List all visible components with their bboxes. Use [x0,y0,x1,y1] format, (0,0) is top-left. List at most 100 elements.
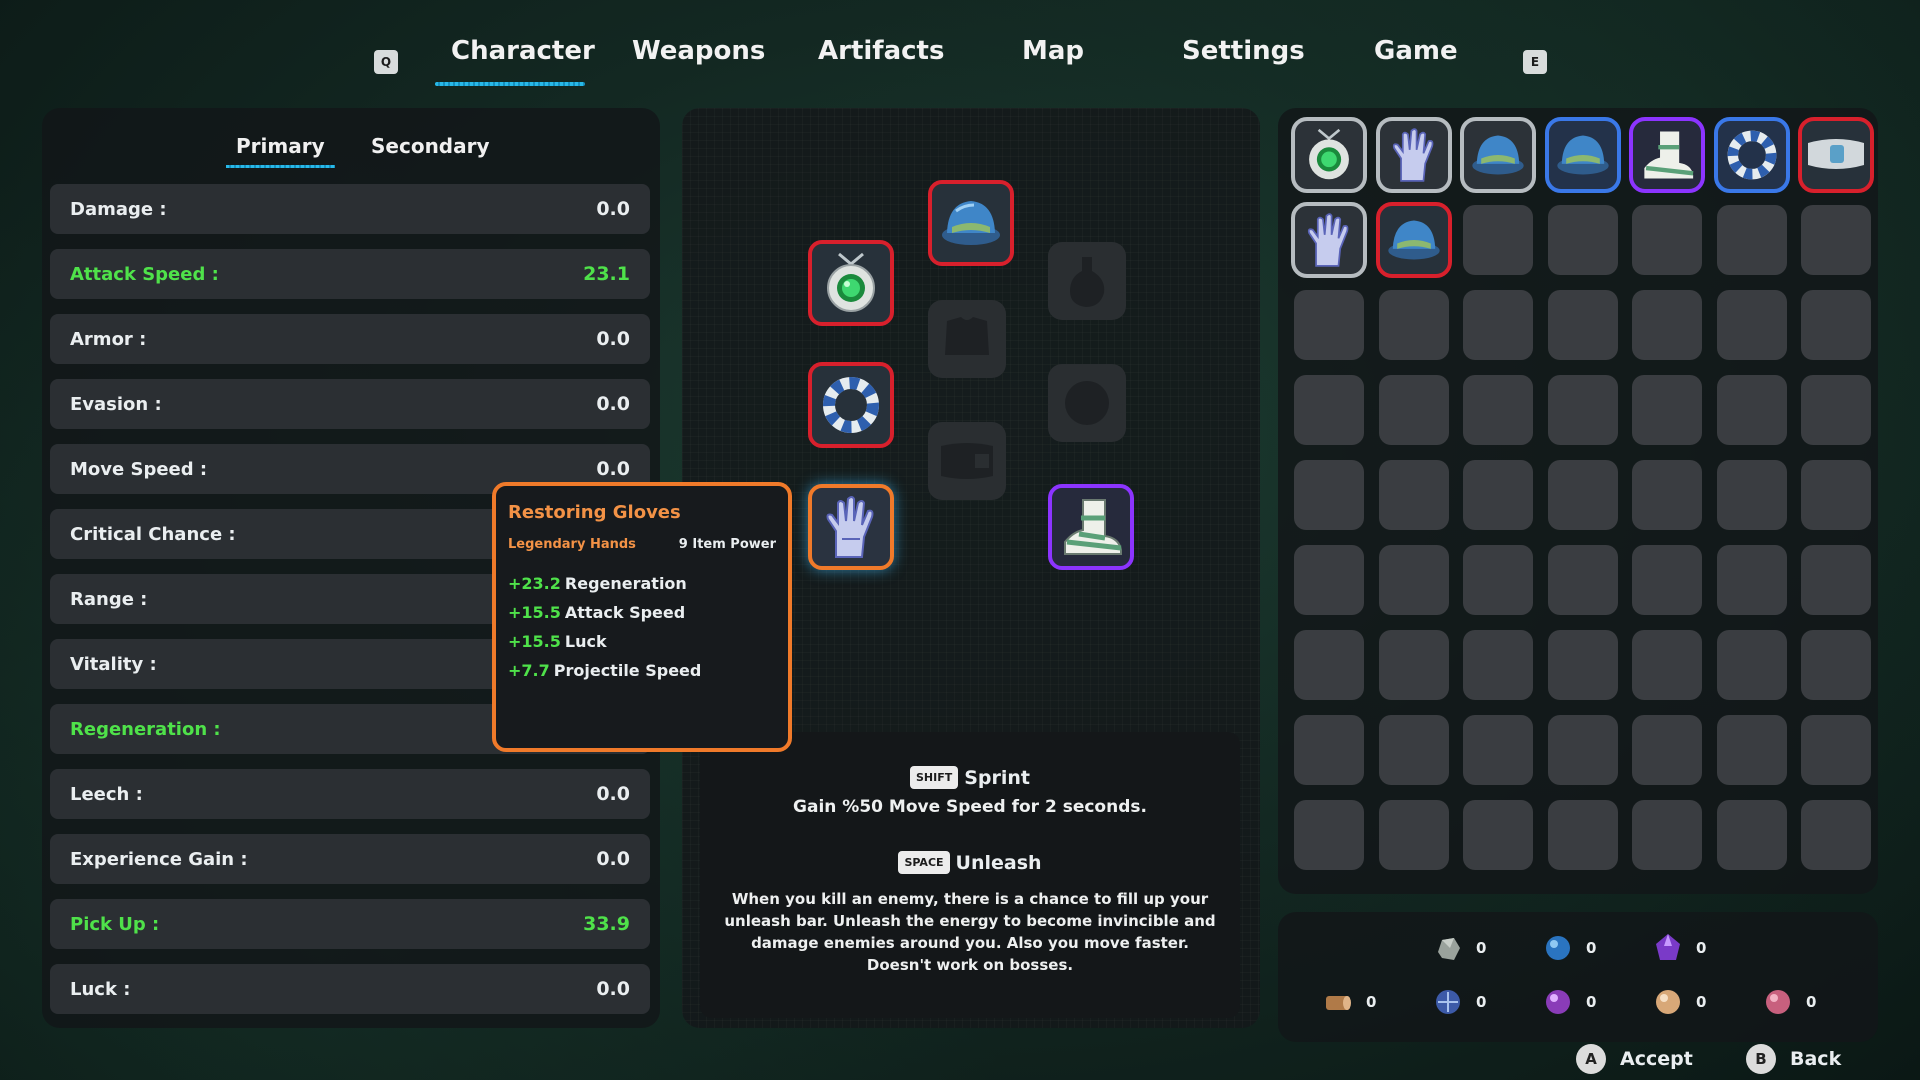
inventory-slot-empty[interactable] [1463,630,1533,700]
inventory-slot-empty[interactable] [1801,290,1871,360]
tab-artifacts[interactable]: Artifacts [818,36,944,80]
inventory-slot-empty[interactable] [1801,460,1871,530]
inventory-item-boots[interactable] [1629,117,1705,193]
inventory-slot-empty[interactable] [1294,630,1364,700]
inventory-slot-empty[interactable] [1547,375,1618,445]
inventory-slot-empty[interactable] [1463,800,1533,870]
inventory-slot-empty[interactable] [1547,630,1618,700]
inventory-slot-empty[interactable] [1378,630,1449,700]
tooltip-bonus: +7.7 Projectile Speed [508,661,776,680]
stat-label: Leech : [70,783,143,805]
inventory-slot-empty[interactable] [1716,205,1787,275]
inventory-slot-empty[interactable] [1547,715,1618,785]
inventory-slot-empty[interactable] [1716,375,1787,445]
inventory-slot-empty[interactable] [1294,460,1364,530]
inventory-slot-empty[interactable] [1632,375,1702,445]
inventory-slot-empty[interactable] [1378,290,1449,360]
stat-value: 0.0 [596,328,630,350]
unleash-key: SPACE [898,851,950,874]
inventory-item-gloves[interactable] [1375,117,1452,193]
tab-weapons[interactable]: Weapons [632,36,765,80]
inventory-item-hat[interactable] [1375,202,1452,278]
tooltip-rarity: Legendary Hands [508,537,636,552]
inventory-slot-empty[interactable] [1716,290,1787,360]
inventory-slot-empty[interactable] [1294,375,1364,445]
inventory-slot-empty[interactable] [1463,715,1533,785]
equip-slot-potion-empty[interactable] [1048,242,1126,320]
tab-map[interactable]: Map [1022,36,1084,80]
next-tab-key[interactable]: E [1523,50,1547,74]
inventory-slot-empty[interactable] [1378,460,1449,530]
equip-slot-head[interactable] [928,180,1014,266]
tab-settings[interactable]: Settings [1182,36,1305,80]
blue-shell-icon [1436,990,1460,1014]
material-pink-shell: 0 [1762,986,1816,1018]
stone-ore-icon [1438,938,1460,960]
inventory-slot-empty[interactable] [1294,800,1364,870]
inventory-slot-empty[interactable] [1463,460,1533,530]
equip-slot-feet[interactable] [1048,484,1134,570]
back-label: Back [1790,1048,1842,1070]
bonus-stat: Regeneration [564,574,687,593]
inventory-slot-empty[interactable] [1547,800,1618,870]
inventory-slot-empty[interactable] [1547,205,1618,275]
inventory-slot-empty[interactable] [1547,545,1618,615]
inventory-slot-empty[interactable] [1547,460,1618,530]
inventory-slot-empty[interactable] [1716,715,1787,785]
equip-slot-chest-empty[interactable] [928,300,1006,378]
inventory-slot-empty[interactable] [1801,375,1871,445]
inventory-slot-empty[interactable] [1632,545,1702,615]
inventory-slot-empty[interactable] [1632,460,1702,530]
equip-slot-neck[interactable] [808,240,894,326]
material-count: 0 [1806,993,1817,1011]
inventory-slot-empty[interactable] [1632,715,1702,785]
inventory-slot-empty[interactable] [1463,375,1533,445]
prev-tab-key[interactable]: Q [374,50,398,74]
inventory-slot-empty[interactable] [1378,800,1449,870]
inventory-slot-empty[interactable] [1294,545,1364,615]
flask-silhouette-icon [1070,257,1105,307]
material-purple-crystal: 0 [1652,932,1706,964]
inventory-slot-empty[interactable] [1801,630,1871,700]
subtab-secondary[interactable]: Secondary [371,134,490,158]
accept-prompt[interactable]: A Accept [1576,1044,1693,1074]
inventory-item-belt[interactable] [1798,117,1874,193]
inventory-item-amulet[interactable] [1291,117,1367,193]
inventory-slot-empty[interactable] [1463,290,1533,360]
inventory-slot-empty[interactable] [1547,290,1618,360]
tab-game[interactable]: Game [1374,36,1458,80]
inventory-slot-empty[interactable] [1294,715,1364,785]
inventory-slot-empty[interactable] [1632,290,1702,360]
inventory-slot-empty[interactable] [1632,205,1702,275]
inventory-slot-empty[interactable] [1294,290,1364,360]
inventory-slot-empty[interactable] [1801,800,1871,870]
inventory-slot-empty[interactable] [1378,715,1449,785]
inventory-slot-empty[interactable] [1463,545,1533,615]
inventory-slot-empty[interactable] [1801,545,1871,615]
inventory-slot-empty[interactable] [1716,460,1787,530]
inventory-slot-empty[interactable] [1716,545,1787,615]
glove-icon [1307,213,1349,267]
stat-label: Range : [70,588,148,610]
inventory-slot-empty[interactable] [1801,715,1871,785]
material-stone: 0 [1432,932,1486,964]
inventory-slot-empty[interactable] [1801,205,1871,275]
inventory-item-hat[interactable] [1544,117,1621,193]
equip-slot-hands[interactable] [808,484,894,570]
equip-slot-charm-empty[interactable] [1048,364,1126,442]
inventory-slot-empty[interactable] [1716,630,1787,700]
inventory-slot-empty[interactable] [1378,545,1449,615]
inventory-slot-empty[interactable] [1716,800,1787,870]
inventory-item-gloves[interactable] [1291,202,1367,278]
equip-slot-belt-empty[interactable] [928,422,1006,500]
subtab-primary[interactable]: Primary [226,134,335,168]
inventory-item-hat[interactable] [1460,117,1536,193]
inventory-slot-empty[interactable] [1463,205,1533,275]
tab-character[interactable]: Character [435,36,595,86]
inventory-slot-empty[interactable] [1632,630,1702,700]
inventory-slot-empty[interactable] [1378,375,1449,445]
back-prompt[interactable]: B Back [1746,1044,1841,1074]
inventory-item-ring[interactable] [1713,117,1790,193]
inventory-slot-empty[interactable] [1632,800,1702,870]
equip-slot-ring[interactable] [808,362,894,448]
